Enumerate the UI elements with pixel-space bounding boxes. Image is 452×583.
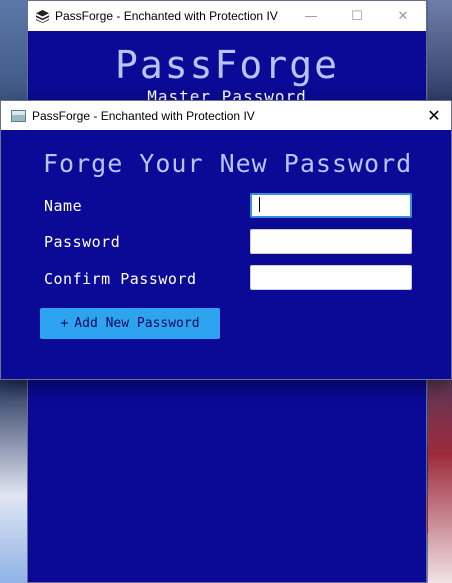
password-label: Password	[44, 233, 121, 251]
main-window-titlebar[interactable]: PassForge - Enchanted with Protection IV…	[28, 1, 426, 31]
new-password-dialog: PassForge - Enchanted with Protection IV…	[0, 100, 452, 380]
dialog-titlebar[interactable]: PassForge - Enchanted with Protection IV…	[1, 101, 451, 130]
add-new-password-button[interactable]: + Add New Password	[40, 308, 220, 339]
minimize-button[interactable]: —	[288, 1, 334, 31]
text-caret	[259, 197, 260, 212]
dialog-title: PassForge - Enchanted with Protection IV	[32, 108, 255, 123]
maximize-button[interactable]: ☐	[334, 1, 380, 31]
confirm-password-label: Confirm Password	[44, 270, 197, 288]
form-heading: Forge Your New Password	[43, 149, 413, 178]
main-window-title: PassForge - Enchanted with Protection IV	[55, 9, 278, 23]
confirm-password-input[interactable]	[250, 265, 412, 290]
dialog-close-button[interactable]: ✕	[417, 101, 451, 130]
window-app-icon	[11, 109, 26, 122]
password-input[interactable]	[250, 229, 412, 254]
add-button-label: Add New Password	[74, 316, 200, 331]
app-logo-icon	[36, 9, 49, 23]
name-input[interactable]	[250, 193, 412, 218]
name-label: Name	[44, 197, 83, 215]
app-heading: PassForge	[115, 43, 339, 87]
plus-icon: +	[60, 316, 69, 331]
window-controls: — ☐ ✕	[288, 1, 426, 31]
close-button[interactable]: ✕	[380, 1, 426, 31]
